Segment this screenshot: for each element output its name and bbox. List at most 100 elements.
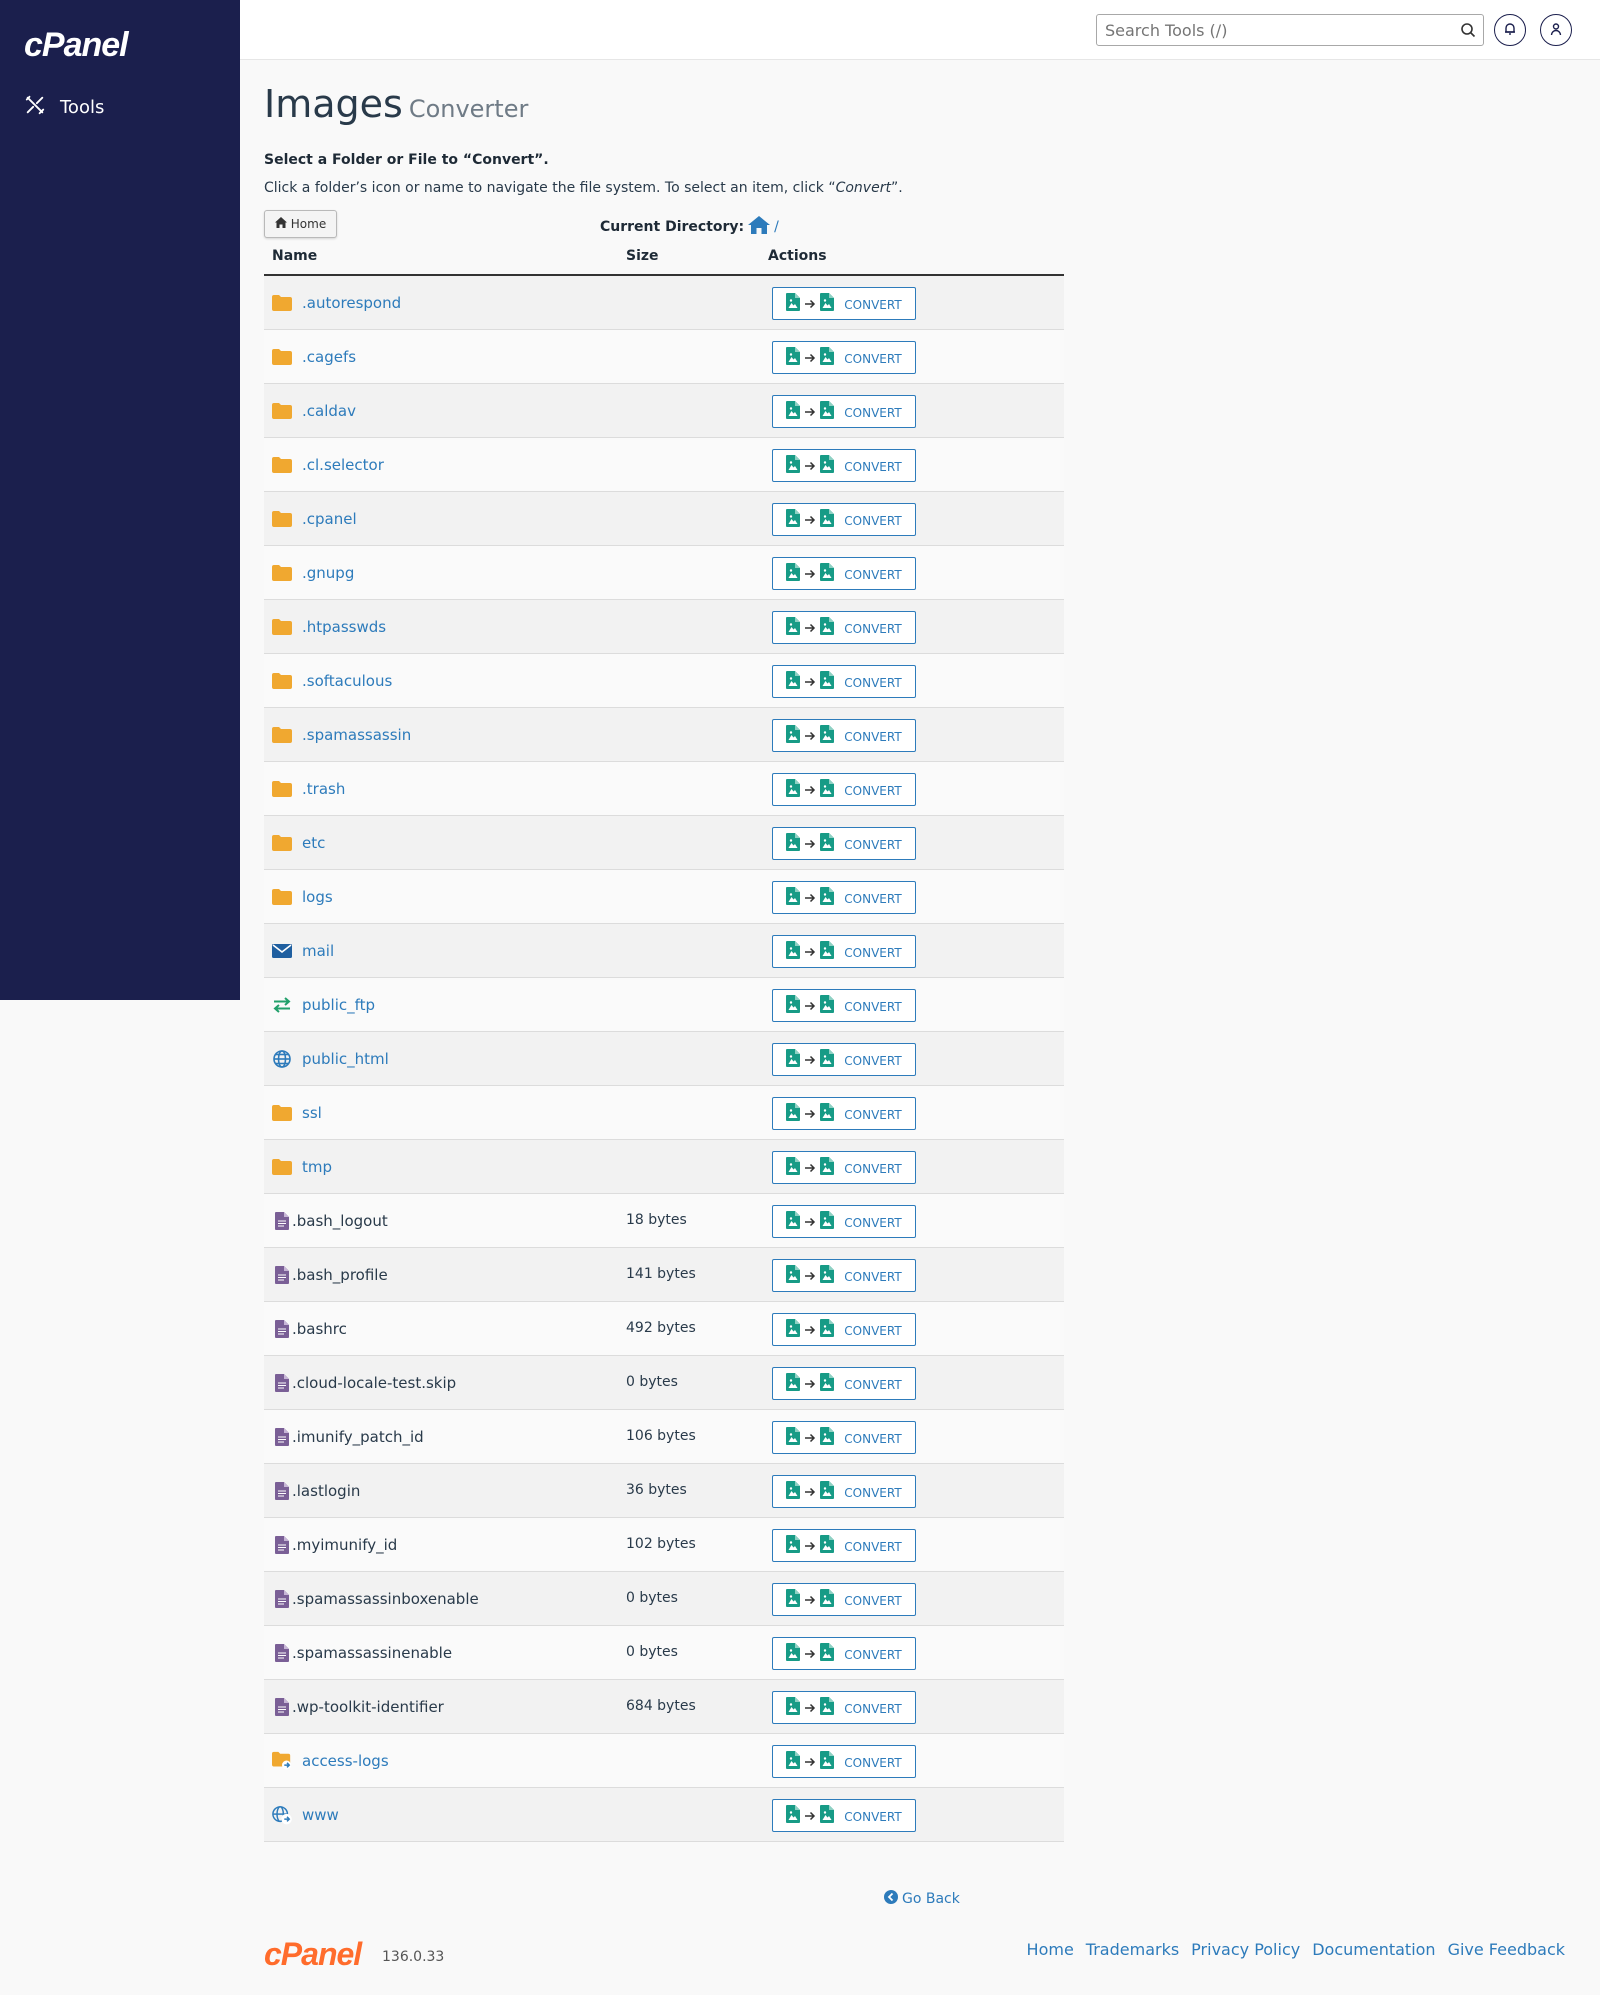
footer-cpanel-logo[interactable]: cPanel [264,1936,362,1973]
home-directory-icon[interactable] [748,216,771,238]
convert-button[interactable]: CONVERT [772,665,916,698]
folder-icon[interactable] [272,455,292,475]
folder-icon[interactable] [272,779,292,799]
instruction-em: Convert [835,180,891,196]
convert-button[interactable]: CONVERT [772,1313,916,1346]
convert-button[interactable]: CONVERT [772,1043,916,1076]
globe-link-icon[interactable] [272,1805,292,1825]
convert-button[interactable]: CONVERT [772,287,916,320]
folder-link[interactable]: public_html [302,1050,389,1068]
convert-button[interactable]: CONVERT [772,827,916,860]
search-input[interactable] [1097,15,1453,45]
folder-icon[interactable] [272,1103,292,1123]
search-icon[interactable] [1453,22,1483,38]
convert-button[interactable]: CONVERT [772,1637,916,1670]
convert-button[interactable]: CONVERT [772,1097,916,1130]
folder-link[interactable]: .softaculous [302,672,392,690]
file-icon [272,1373,292,1393]
convert-label: CONVERT [844,838,902,852]
folder-link[interactable]: .htpasswds [302,618,386,636]
convert-button[interactable]: CONVERT [772,989,916,1022]
folder-link[interactable]: www [302,1806,339,1824]
folder-link[interactable]: tmp [302,1158,332,1176]
folder-link[interactable]: .trash [302,780,345,798]
instruction-body: Click a folder’s icon or name to navigat… [264,180,903,196]
folder-link[interactable]: .spamassassin [302,726,411,744]
folder-link[interactable]: access-logs [302,1752,389,1770]
footer-link-home[interactable]: Home [1027,1940,1074,1959]
folder-icon[interactable] [272,617,292,637]
convert-button[interactable]: CONVERT [772,1475,916,1508]
cpanel-logo[interactable]: cPanel [24,26,129,65]
convert-button[interactable]: CONVERT [772,611,916,644]
user-menu-button[interactable] [1540,14,1572,46]
convert-button[interactable]: CONVERT [772,395,916,428]
home-button[interactable]: Home [264,210,337,238]
convert-button[interactable]: CONVERT [772,1367,916,1400]
convert-button[interactable]: CONVERT [772,1421,916,1454]
mail-icon[interactable] [272,941,292,961]
transfer-icon[interactable] [272,995,292,1015]
convert-button[interactable]: CONVERT [772,557,916,590]
convert-button[interactable]: CONVERT [772,719,916,752]
sidebar-item-tools[interactable]: Tools [24,94,104,121]
table-row: .spamassassinboxenable 0 bytes CONVERT [264,1572,1064,1626]
convert-button[interactable]: CONVERT [772,1691,916,1724]
folder-link[interactable]: ssl [302,1104,322,1122]
convert-button[interactable]: CONVERT [772,935,916,968]
folder-icon[interactable] [272,671,292,691]
convert-button[interactable]: CONVERT [772,1151,916,1184]
folder-icon[interactable] [272,509,292,529]
folder-icon[interactable] [272,563,292,583]
folder-icon[interactable] [272,1157,292,1177]
folder-icon[interactable] [272,293,292,313]
notifications-button[interactable] [1494,14,1526,46]
folder-link[interactable]: .gnupg [302,564,354,582]
folder-link[interactable]: logs [302,888,333,906]
footer-link-give-feedback[interactable]: Give Feedback [1448,1940,1565,1959]
globe-icon[interactable] [272,1049,292,1069]
folder-link[interactable]: .caldav [302,402,356,420]
convert-label: CONVERT [844,946,902,960]
folder-link[interactable]: .autorespond [302,294,401,312]
arrow-right-icon [804,834,816,853]
home-icon [274,217,287,231]
footer-link-documentation[interactable]: Documentation [1312,1940,1435,1959]
arrow-right-icon [804,672,816,691]
folder-icon[interactable] [272,887,292,907]
folder-link[interactable]: .cl.selector [302,456,384,474]
convert-button[interactable]: CONVERT [772,1799,916,1832]
folder-icon[interactable] [272,401,292,421]
go-back-link[interactable]: Go Back [884,1890,960,1908]
arrow-right-icon [804,564,816,583]
folder-icon[interactable] [272,833,292,853]
folder-link[interactable]: public_ftp [302,996,375,1014]
table-row: mail CONVERT [264,924,1064,978]
convert-button[interactable]: CONVERT [772,449,916,482]
convert-button[interactable]: CONVERT [772,503,916,536]
folder-link[interactable]: .cagefs [302,348,356,366]
convert-button[interactable]: CONVERT [772,1259,916,1292]
convert-label: CONVERT [844,1162,902,1176]
arrow-right-icon [804,1482,816,1501]
convert-button[interactable]: CONVERT [772,341,916,374]
convert-button[interactable]: CONVERT [772,1745,916,1778]
folder-link[interactable]: .cpanel [302,510,357,528]
table-row: logs CONVERT [264,870,1064,924]
folder-link[interactable]: mail [302,942,334,960]
arrow-right-icon [804,1266,816,1285]
footer-link-trademarks[interactable]: Trademarks [1086,1940,1179,1959]
file-name: .cloud-locale-test.skip [292,1374,457,1392]
convert-button[interactable]: CONVERT [772,1205,916,1238]
convert-button[interactable]: CONVERT [772,1583,916,1616]
convert-button[interactable]: CONVERT [772,881,916,914]
folder-link[interactable]: etc [302,834,325,852]
folder-icon[interactable] [272,725,292,745]
column-actions: Actions [768,248,827,264]
folder-icon[interactable] [272,347,292,367]
folder-link-icon[interactable] [272,1751,292,1771]
convert-button[interactable]: CONVERT [772,773,916,806]
footer-link-privacy-policy[interactable]: Privacy Policy [1191,1940,1300,1959]
convert-button[interactable]: CONVERT [772,1529,916,1562]
arrow-right-icon [804,1752,816,1771]
